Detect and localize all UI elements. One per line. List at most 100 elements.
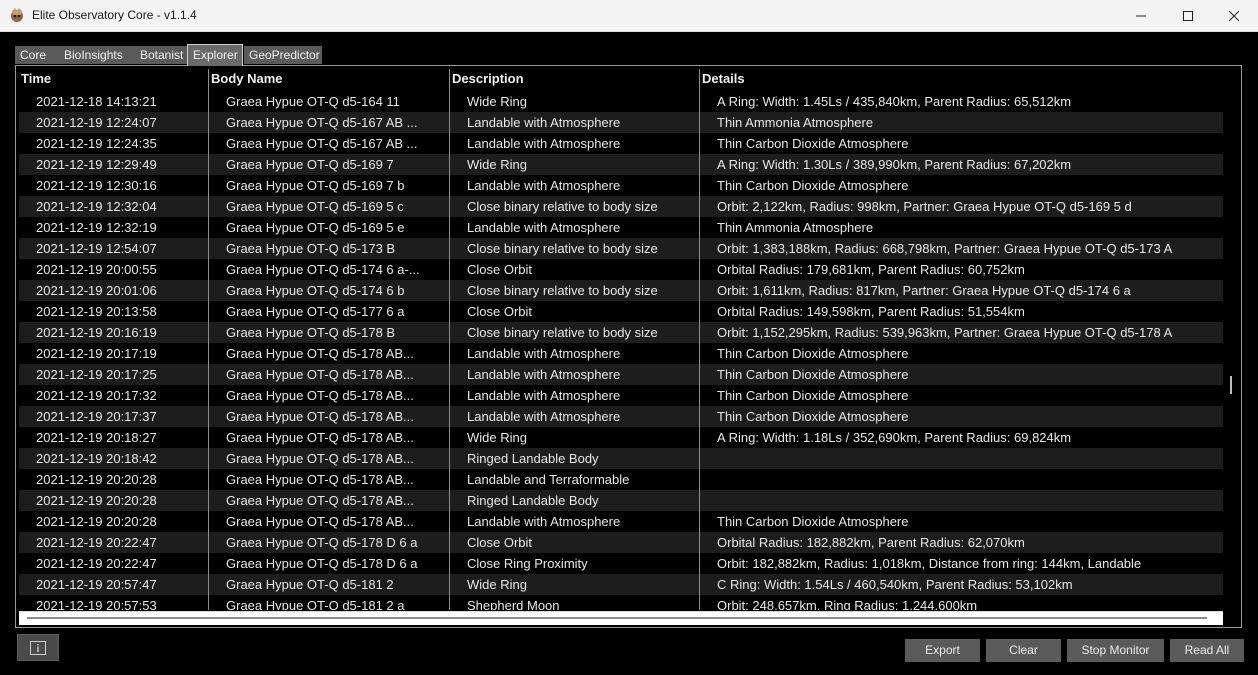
info-button[interactable] <box>17 634 59 661</box>
cell-details: C Ring: Width: 1.54Ls / 460,540km, Paren… <box>717 577 1073 592</box>
cell-description: Landable with Atmosphere <box>467 115 621 130</box>
cell-time: 2021-12-19 12:24:07 <box>36 115 157 130</box>
table-row[interactable]: 2021-12-19 12:24:07 Graea Hypue OT-Q d5-1… <box>19 112 1223 133</box>
maximize-icon <box>1183 11 1193 21</box>
table-row[interactable]: 2021-12-19 20:22:47 Graea Hypue OT-Q d5-1… <box>19 532 1223 553</box>
cell-body-name: Graea Hypue OT-Q d5-178 B <box>226 325 396 340</box>
cell-details: Orbital Radius: 179,681km, Parent Radius… <box>717 262 1025 277</box>
table-row[interactable]: 2021-12-19 20:16:19 Graea Hypue OT-Q d5-1… <box>19 322 1223 343</box>
cell-time: 2021-12-19 20:16:19 <box>36 325 157 340</box>
column-divider[interactable] <box>208 69 209 610</box>
column-header-time[interactable]: Time <box>19 69 207 90</box>
table-row[interactable]: 2021-12-19 20:20:28 Graea Hypue OT-Q d5-1… <box>19 469 1223 490</box>
cell-body-name: Graea Hypue OT-Q d5-181 2 a <box>226 598 405 610</box>
cell-body-name: Graea Hypue OT-Q d5-167 AB ... <box>226 115 418 130</box>
maximize-button[interactable] <box>1165 0 1211 32</box>
tab-botanist[interactable]: Botanist <box>135 46 187 64</box>
table-row[interactable]: 2021-12-19 20:57:53 Graea Hypue OT-Q d5-1… <box>19 595 1223 610</box>
cell-body-name: Graea Hypue OT-Q d5-178 AB... <box>226 388 414 403</box>
stop-monitor-button[interactable]: Stop Monitor <box>1067 639 1164 662</box>
vertical-scrollbar[interactable] <box>1226 69 1238 610</box>
cell-details <box>717 448 1223 469</box>
tab-bioinsights[interactable]: BioInsights <box>59 46 138 64</box>
cell-description: Landable with Atmosphere <box>467 514 621 529</box>
table-row[interactable]: 2021-12-19 20:01:06 Graea Hypue OT-Q d5-1… <box>19 280 1223 301</box>
cell-body-name: Graea Hypue OT-Q d5-181 2 <box>226 577 394 592</box>
cell-details: Thin Carbon Dioxide Atmosphere <box>717 514 909 529</box>
cell-time: 2021-12-19 12:54:07 <box>36 241 157 256</box>
export-button[interactable]: Export <box>905 639 980 662</box>
cell-time: 2021-12-19 20:22:47 <box>36 535 157 550</box>
cell-body-name: Graea Hypue OT-Q d5-178 AB... <box>226 367 414 382</box>
cell-body-name: Graea Hypue OT-Q d5-167 AB ... <box>226 136 418 151</box>
column-divider[interactable] <box>449 69 450 610</box>
table-row[interactable]: 2021-12-19 20:00:55 Graea Hypue OT-Q d5-1… <box>19 259 1223 280</box>
cell-description: Ringed Landable Body <box>467 493 599 508</box>
column-divider[interactable] <box>699 69 700 610</box>
cell-time: 2021-12-19 12:24:35 <box>36 136 157 151</box>
table-row[interactable]: 2021-12-19 20:20:28 Graea Hypue OT-Q d5-1… <box>19 490 1223 511</box>
cell-details: Thin Carbon Dioxide Atmosphere <box>717 136 909 151</box>
cell-body-name: Graea Hypue OT-Q d5-173 B <box>226 241 396 256</box>
vertical-scroll-thumb[interactable] <box>1230 376 1232 394</box>
horizontal-scroll-thumb[interactable] <box>27 617 1207 619</box>
cell-body-name: Graea Hypue OT-Q d5-178 D 6 a <box>226 535 418 550</box>
close-button[interactable] <box>1211 0 1257 32</box>
horizontal-scrollbar[interactable] <box>19 611 1223 625</box>
table-row[interactable]: 2021-12-19 12:32:19 Graea Hypue OT-Q d5-1… <box>19 217 1223 238</box>
table-row[interactable]: 2021-12-19 12:24:35 Graea Hypue OT-Q d5-1… <box>19 133 1223 154</box>
column-header-description[interactable]: Description <box>450 69 698 90</box>
cell-details: A Ring: Width: 1.30Ls / 389,990km, Paren… <box>717 157 1072 172</box>
cell-time: 2021-12-19 20:13:58 <box>36 304 157 319</box>
cell-description: Wide Ring <box>467 157 527 172</box>
tab-geopredictor[interactable]: GeoPredictor <box>244 46 322 64</box>
cell-body-name: Graea Hypue OT-Q d5-169 5 e <box>226 220 405 235</box>
cell-details: Thin Ammonia Atmosphere <box>717 220 874 235</box>
column-header-details[interactable]: Details <box>700 69 1220 90</box>
table-row[interactable]: 2021-12-19 12:54:07 Graea Hypue OT-Q d5-1… <box>19 238 1223 259</box>
table-row[interactable]: 2021-12-19 20:18:42 Graea Hypue OT-Q d5-1… <box>19 448 1223 469</box>
cell-time: 2021-12-18 14:13:21 <box>36 94 157 109</box>
table-row[interactable]: 2021-12-19 20:20:28 Graea Hypue OT-Q d5-1… <box>19 511 1223 532</box>
cell-description: Landable with Atmosphere <box>467 388 621 403</box>
cell-body-name: Graea Hypue OT-Q d5-178 AB... <box>226 346 414 361</box>
cell-description: Landable with Atmosphere <box>467 220 621 235</box>
cell-details: Thin Carbon Dioxide Atmosphere <box>717 346 909 361</box>
cell-body-name: Graea Hypue OT-Q d5-178 AB... <box>226 409 414 424</box>
table-row[interactable]: 2021-12-19 12:30:16 Graea Hypue OT-Q d5-1… <box>19 175 1223 196</box>
cell-body-name: Graea Hypue OT-Q d5-178 D 6 a <box>226 556 418 571</box>
cell-time: 2021-12-19 20:17:32 <box>36 388 157 403</box>
cell-body-name: Graea Hypue OT-Q d5-178 AB... <box>226 472 414 487</box>
table-row[interactable]: 2021-12-19 12:32:04 Graea Hypue OT-Q d5-1… <box>19 196 1223 217</box>
table-row[interactable]: 2021-12-19 20:17:37 Graea Hypue OT-Q d5-1… <box>19 406 1223 427</box>
table-row[interactable]: 2021-12-18 14:13:21 Graea Hypue OT-Q d5-1… <box>19 91 1223 112</box>
table-row[interactable]: 2021-12-19 20:57:47 Graea Hypue OT-Q d5-1… <box>19 574 1223 595</box>
read-all-button[interactable]: Read All <box>1170 639 1244 662</box>
cell-details: Thin Carbon Dioxide Atmosphere <box>717 178 909 193</box>
column-header-body-name[interactable]: Body Name <box>209 69 449 90</box>
cell-description: Close Ring Proximity <box>467 556 588 571</box>
cell-details: A Ring: Width: 1.18Ls / 352,690km, Paren… <box>717 430 1072 445</box>
cell-description: Landable with Atmosphere <box>467 136 621 151</box>
table-row[interactable]: 2021-12-19 20:22:47 Graea Hypue OT-Q d5-1… <box>19 553 1223 574</box>
table-row[interactable]: 2021-12-19 20:18:27 Graea Hypue OT-Q d5-1… <box>19 427 1223 448</box>
cell-time: 2021-12-19 20:20:28 <box>36 514 157 529</box>
cell-description: Landable with Atmosphere <box>467 409 621 424</box>
cell-details <box>717 469 1223 490</box>
cell-time: 2021-12-19 20:17:37 <box>36 409 157 424</box>
cell-details: Orbit: 1,383,188km, Radius: 668,798km, P… <box>717 241 1173 256</box>
table-row[interactable]: 2021-12-19 20:13:58 Graea Hypue OT-Q d5-1… <box>19 301 1223 322</box>
table-row[interactable]: 2021-12-19 20:17:25 Graea Hypue OT-Q d5-1… <box>19 364 1223 385</box>
tab-explorer[interactable]: Explorer <box>187 44 243 66</box>
table-row[interactable]: 2021-12-19 20:17:19 Graea Hypue OT-Q d5-1… <box>19 343 1223 364</box>
cell-description: Landable with Atmosphere <box>467 178 621 193</box>
table-row[interactable]: 2021-12-19 20:17:32 Graea Hypue OT-Q d5-1… <box>19 385 1223 406</box>
info-icon <box>30 640 46 655</box>
cell-details: Orbit: 182,882km, Radius: 1,018km, Dista… <box>717 556 1142 571</box>
cell-time: 2021-12-19 20:17:19 <box>36 346 157 361</box>
minimize-button[interactable] <box>1118 0 1164 32</box>
tab-core[interactable]: Core <box>15 46 59 64</box>
cell-description: Close Orbit <box>467 304 533 319</box>
clear-button[interactable]: Clear <box>986 639 1061 662</box>
table-row[interactable]: 2021-12-19 12:29:49 Graea Hypue OT-Q d5-1… <box>19 154 1223 175</box>
